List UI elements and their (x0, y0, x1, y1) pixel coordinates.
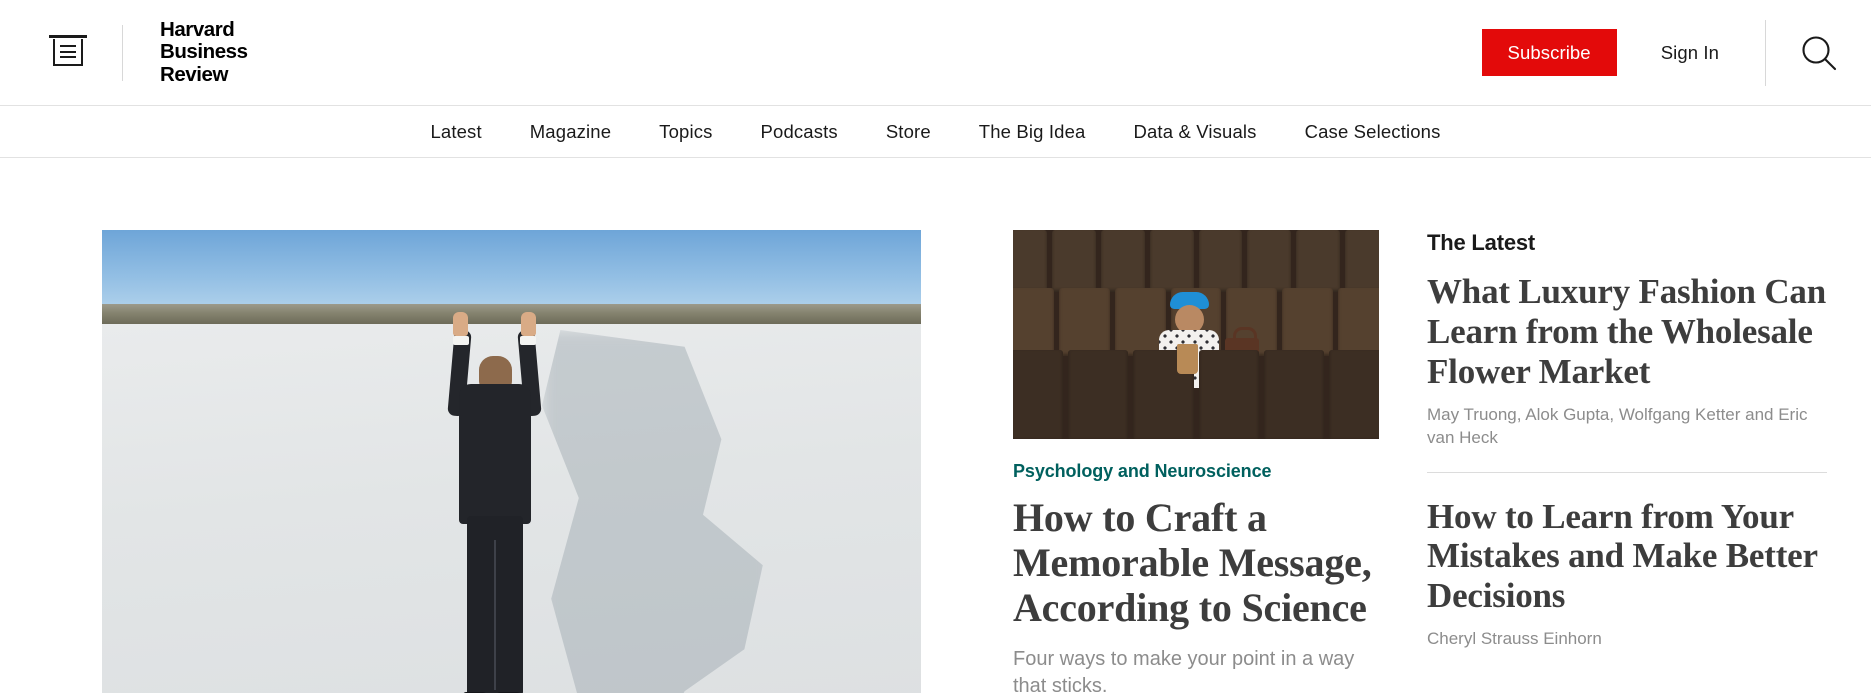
search-icon (1801, 35, 1836, 70)
latest-byline: Cheryl Strauss Einhorn (1427, 629, 1602, 649)
latest-list-item: How to Learn from Your Mistakes and Make… (1427, 471, 1827, 674)
nav-item-case-selections[interactable]: Case Selections (1281, 121, 1465, 143)
nav-item-latest[interactable]: Latest (406, 121, 505, 143)
nav-item-data-and-visuals[interactable]: Data & Visuals (1109, 121, 1280, 143)
nav-list: Latest Magazine Topics Podcasts Store Th… (406, 121, 1464, 143)
feature-headline[interactable]: How to Craft a Memorable Message, Accord… (1013, 495, 1379, 630)
nav-item-the-big-idea[interactable]: The Big Idea (955, 121, 1110, 143)
nav-item-store[interactable]: Store (862, 121, 955, 143)
header-divider (122, 24, 123, 81)
nav-item-magazine[interactable]: Magazine (506, 121, 635, 143)
primary-navigation: Latest Magazine Topics Podcasts Store Th… (0, 105, 1871, 158)
search-button[interactable] (1766, 0, 1871, 105)
latest-byline: May Truong, Alok Gupta, Wolfgang Ketter … (1427, 404, 1808, 447)
hamburger-menu-icon (49, 35, 87, 66)
feature-topic-label[interactable]: Psychology and Neuroscience (1013, 461, 1379, 482)
nav-item-topics[interactable]: Topics (635, 121, 736, 143)
feature-column: Psychology and Neuroscience How to Craft… (1013, 230, 1379, 693)
latest-headline[interactable]: What Luxury Fashion Can Learn from the W… (1427, 272, 1827, 392)
logo-line-3: Review (160, 62, 228, 86)
hero-article-image[interactable] (102, 230, 921, 693)
header-actions: Subscribe Sign In (1481, 0, 1871, 105)
the-latest-heading: The Latest (1427, 230, 1536, 255)
logo-line-2: Business (160, 40, 248, 64)
subscribe-button[interactable]: Subscribe (1481, 29, 1617, 76)
site-header: Harvard Business Review Subscribe Sign I… (0, 0, 1871, 105)
latest-headline[interactable]: How to Learn from Your Mistakes and Make… (1427, 497, 1827, 617)
sign-in-link[interactable]: Sign In (1661, 42, 1719, 64)
feature-article-image[interactable] (1013, 230, 1379, 439)
latest-list-item: What Luxury Fashion Can Learn from the W… (1427, 272, 1827, 472)
logo-line-1: Harvard (160, 18, 235, 42)
businessman-figure (437, 308, 552, 693)
menu-button[interactable] (46, 31, 90, 75)
nav-item-podcasts[interactable]: Podcasts (737, 121, 862, 143)
main-content: Psychology and Neuroscience How to Craft… (0, 230, 1871, 693)
feature-dek: Four ways to make your point in a way th… (1013, 648, 1355, 693)
hbr-logo[interactable]: Harvard Business Review (160, 18, 248, 86)
hero-column (102, 230, 921, 693)
theater-seat-row (1013, 230, 1379, 292)
the-latest-column: The Latest What Luxury Fashion Can Learn… (1427, 230, 1827, 693)
